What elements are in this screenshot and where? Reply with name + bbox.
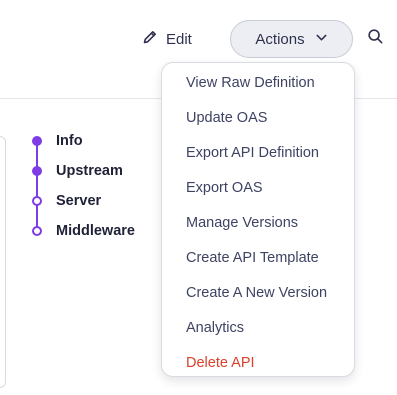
- step-label: Upstream: [56, 163, 123, 179]
- step-dot-hollow: [32, 196, 42, 206]
- step-dot-hollow: [32, 226, 42, 236]
- step-label: Middleware: [56, 223, 135, 239]
- menu-item-analytics[interactable]: Analytics: [162, 310, 354, 345]
- menu-item-export-api-definition[interactable]: Export API Definition: [162, 135, 354, 170]
- actions-button[interactable]: Actions: [230, 20, 353, 58]
- api-page: Edit Actions Info Upstream Server Middle…: [0, 0, 397, 395]
- menu-item-delete-api[interactable]: Delete API: [162, 345, 354, 380]
- step-upstream[interactable]: Upstream: [30, 159, 123, 183]
- stepper-line: [36, 141, 38, 231]
- actions-label: Actions: [255, 30, 305, 48]
- chevron-down-icon: [315, 30, 328, 48]
- edit-label: Edit: [166, 30, 192, 48]
- edit-button[interactable]: Edit: [142, 24, 192, 54]
- step-label: Server: [56, 193, 102, 209]
- menu-item-export-oas[interactable]: Export OAS: [162, 170, 354, 205]
- api-stepper: Info Upstream Server Middleware: [30, 126, 160, 246]
- menu-item-view-raw-definition[interactable]: View Raw Definition: [162, 65, 354, 100]
- step-server[interactable]: Server: [30, 189, 101, 213]
- search-button[interactable]: [365, 29, 385, 49]
- step-info[interactable]: Info: [30, 129, 83, 153]
- step-dot-filled: [32, 136, 42, 146]
- menu-item-update-oas[interactable]: Update OAS: [162, 100, 354, 135]
- step-dot-filled: [32, 166, 42, 176]
- pencil-icon: [142, 29, 158, 49]
- search-icon: [367, 28, 384, 50]
- menu-item-manage-versions[interactable]: Manage Versions: [162, 205, 354, 240]
- actions-dropdown-menu: View Raw Definition Update OAS Export AP…: [161, 62, 355, 377]
- step-label: Info: [56, 133, 83, 149]
- menu-item-create-api-template[interactable]: Create API Template: [162, 240, 354, 275]
- step-middleware[interactable]: Middleware: [30, 219, 135, 243]
- menu-item-create-new-version[interactable]: Create A New Version: [162, 275, 354, 310]
- content-card: [0, 136, 6, 388]
